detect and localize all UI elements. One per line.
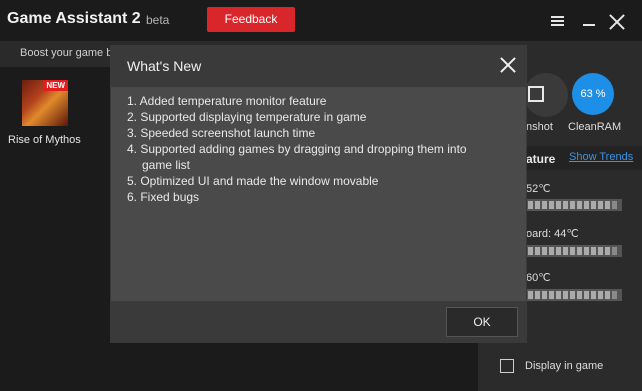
screenshot-label: nshot xyxy=(526,121,553,133)
temp-bar-segment xyxy=(556,201,561,209)
release-note-item: 6. Fixed bugs xyxy=(127,190,200,204)
temp-bar-segment xyxy=(584,291,589,299)
new-badge: NEW xyxy=(43,80,68,91)
temp-bar-segment xyxy=(563,247,568,255)
temp-bar-segment xyxy=(570,291,575,299)
temp-bar-segment xyxy=(584,201,589,209)
temp-bar-segment xyxy=(605,291,610,299)
display-in-game-label: Display in game xyxy=(525,360,604,372)
gpu-temp-bar xyxy=(526,289,622,301)
cleanram-button[interactable]: 63 % xyxy=(572,73,614,115)
temp-bar-segment xyxy=(598,201,603,209)
app-title: Game Assistant 2 xyxy=(7,10,141,27)
temp-bar-segment xyxy=(542,247,547,255)
temp-bar-segment xyxy=(598,247,603,255)
temp-bar-segment xyxy=(570,201,575,209)
temp-bar-segment xyxy=(528,291,533,299)
temp-bar-segment xyxy=(570,247,575,255)
temp-bar-segment xyxy=(556,247,561,255)
temp-bar-segment xyxy=(542,201,547,209)
temp-bar-segment xyxy=(528,247,533,255)
title-bar: Game Assistant 2 beta Feedback xyxy=(0,0,642,40)
dialog-title: What's New xyxy=(127,58,202,74)
feedback-button[interactable]: Feedback xyxy=(207,7,295,32)
temp-bar-segment xyxy=(556,291,561,299)
release-note-item: 1. Added temperature monitor feature xyxy=(127,94,327,108)
board-temp-label: oard: 44℃ xyxy=(526,228,579,240)
release-note-item: 3. Speeded screenshot launch time xyxy=(127,126,316,140)
temp-bar-segment xyxy=(577,291,582,299)
temp-bar-segment xyxy=(591,247,596,255)
dialog-body: 1. Added temperature monitor feature 2. … xyxy=(111,87,526,301)
temp-bar-segment xyxy=(549,247,554,255)
gpu-temp-label: 60℃ xyxy=(526,272,551,284)
game-name: Rise of Mythos xyxy=(8,134,81,146)
boost-text: Boost your game b xyxy=(20,47,113,59)
temperature-title: ature xyxy=(526,152,556,166)
temp-bar-segment xyxy=(598,291,603,299)
cpu-temp-label: 52℃ xyxy=(526,183,551,195)
temp-bar-segment xyxy=(584,247,589,255)
temp-bar-segment xyxy=(535,247,540,255)
temp-bar-segment xyxy=(577,247,582,255)
release-note-item: game list xyxy=(142,158,191,172)
temp-bar-segment xyxy=(549,291,554,299)
close-icon[interactable] xyxy=(609,14,625,30)
cleanram-label: CleanRAM xyxy=(568,121,622,133)
temp-bar-segment xyxy=(591,201,596,209)
cpu-temp-bar xyxy=(526,199,622,211)
temp-bar-segment xyxy=(605,201,610,209)
release-note-item: 4. Supported adding games by dragging an… xyxy=(127,142,467,156)
menu-icon[interactable] xyxy=(551,16,564,26)
temp-bar-segment xyxy=(542,291,547,299)
whats-new-dialog: What's New 1. Added temperature monitor … xyxy=(110,45,527,343)
release-note-item: 5. Optimized UI and made the window mova… xyxy=(127,174,379,188)
game-tile[interactable]: NEW Rise of Mythos xyxy=(8,80,88,150)
game-thumbnail[interactable]: NEW xyxy=(22,80,68,126)
board-temp-bar xyxy=(526,245,622,257)
ok-button[interactable]: OK xyxy=(446,307,518,337)
temp-bar-segment xyxy=(612,201,617,209)
release-notes-list: 1. Added temperature monitor feature 2. … xyxy=(127,93,499,205)
temp-bar-segment xyxy=(563,291,568,299)
display-in-game-checkbox[interactable] xyxy=(500,359,514,373)
temp-bar-segment xyxy=(605,247,610,255)
temp-bar-segment xyxy=(535,291,540,299)
dialog-close-icon[interactable] xyxy=(500,57,516,73)
temp-bar-segment xyxy=(577,201,582,209)
temp-bar-segment xyxy=(591,291,596,299)
minimize-icon[interactable] xyxy=(583,24,595,26)
temp-bar-segment xyxy=(612,247,617,255)
release-note-item: 2. Supported displaying temperature in g… xyxy=(127,110,367,124)
temp-bar-segment xyxy=(549,201,554,209)
temp-bar-segment xyxy=(535,201,540,209)
temp-bar-segment xyxy=(528,201,533,209)
beta-label: beta xyxy=(146,13,170,27)
temp-bar-segment xyxy=(612,291,617,299)
show-trends-link[interactable]: Show Trends xyxy=(569,151,633,163)
screenshot-icon xyxy=(528,86,544,102)
temp-bar-segment xyxy=(563,201,568,209)
